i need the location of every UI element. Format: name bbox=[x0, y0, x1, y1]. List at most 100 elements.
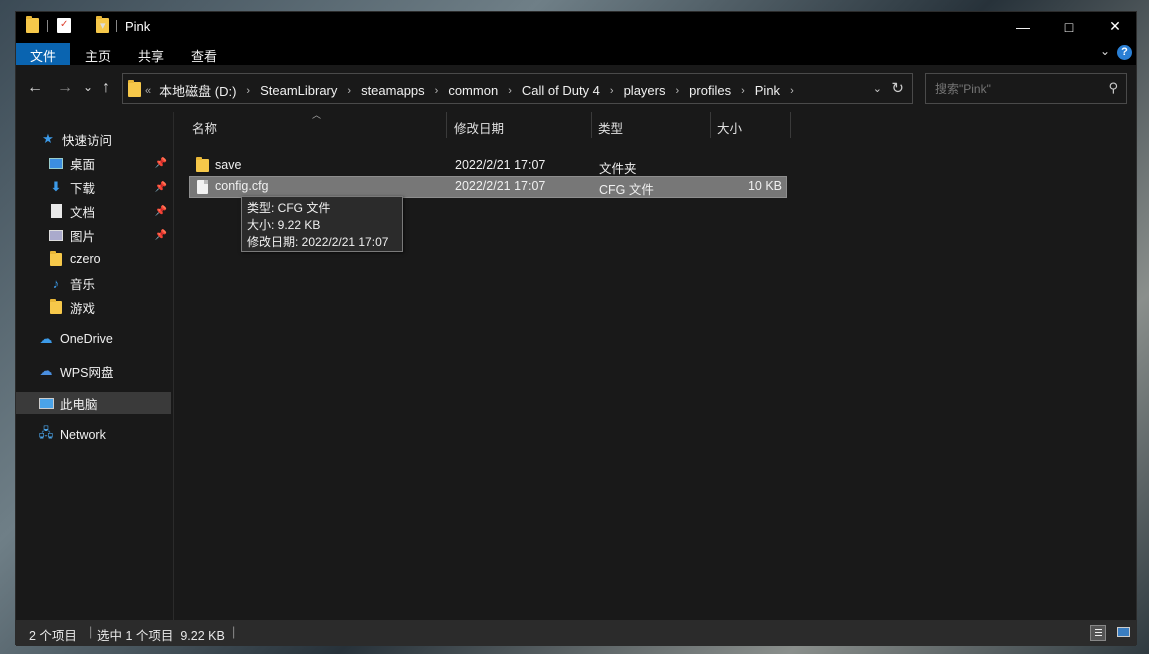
folder-icon bbox=[48, 250, 64, 267]
folder-icon bbox=[26, 16, 39, 33]
breadcrumb-item[interactable]: SteamLibrary bbox=[260, 83, 337, 98]
sidebar-item-label: Network bbox=[60, 428, 106, 442]
explorer-window: ✓ ▾ Pink — □ ✕ 文件 主页 共享 查看 ⌄ ? ← → ⌄ ↑ «… bbox=[15, 11, 1138, 646]
chevron-right-icon[interactable]: › bbox=[741, 85, 745, 97]
breadcrumb-item[interactable]: players bbox=[624, 83, 666, 98]
help-icon[interactable]: ? bbox=[1117, 45, 1132, 60]
chevron-right-icon[interactable]: › bbox=[347, 85, 351, 97]
sidebar-item-network[interactable]: 🖧 Network bbox=[38, 424, 171, 446]
recent-locations-button[interactable]: ⌄ bbox=[83, 80, 93, 94]
pin-icon[interactable]: 📌 bbox=[155, 230, 167, 241]
sidebar-item-this-pc[interactable]: 此电脑 bbox=[16, 392, 171, 414]
breadcrumb-overflow-icon[interactable]: « bbox=[145, 85, 151, 97]
breadcrumb-item[interactable]: profiles bbox=[689, 83, 731, 98]
file-type: 文件夹 bbox=[599, 162, 637, 176]
sidebar-item-label: 音乐 bbox=[70, 277, 96, 292]
sidebar-item-label: 此电脑 bbox=[60, 397, 98, 412]
column-header-date[interactable]: 修改日期 bbox=[448, 112, 592, 138]
sidebar-item-quick-access[interactable]: ★ 快速访问 bbox=[40, 128, 195, 150]
sidebar-item-label: 桌面 bbox=[70, 157, 96, 172]
chevron-right-icon[interactable]: › bbox=[610, 85, 614, 97]
column-header-type[interactable]: 类型 bbox=[592, 112, 711, 138]
tab-share[interactable]: 共享 bbox=[127, 43, 175, 65]
chevron-right-icon[interactable]: › bbox=[246, 85, 250, 97]
sidebar-item-label: 快速访问 bbox=[62, 133, 113, 148]
column-header-size[interactable]: 大小 bbox=[711, 112, 791, 138]
file-row[interactable]: save 2022/2/21 17:07 文件夹 bbox=[189, 155, 787, 176]
pin-icon[interactable]: 📌 bbox=[155, 182, 167, 193]
refresh-icon[interactable]: ↻ bbox=[891, 79, 904, 97]
address-dropdown-icon[interactable]: ⌄ bbox=[873, 82, 882, 95]
tab-view[interactable]: 查看 bbox=[180, 43, 228, 65]
sidebar-item-music[interactable]: ♪ 音乐 bbox=[48, 272, 171, 294]
quick-access-dropdown-icon[interactable]: ▾ bbox=[100, 19, 106, 32]
tooltip-size: 大小: 9.22 KB bbox=[247, 218, 321, 232]
large-icons-view-icon[interactable] bbox=[1116, 625, 1132, 641]
navigation-bar: ← → ⌄ ↑ « 本地磁盘 (D:) › SteamLibrary › ste… bbox=[16, 65, 1136, 112]
document-icon bbox=[48, 203, 64, 219]
sidebar-item-label: 下载 bbox=[70, 181, 96, 196]
tab-home[interactable]: 主页 bbox=[74, 43, 122, 65]
search-icon[interactable]: ⚲ bbox=[1108, 80, 1118, 96]
breadcrumb-item[interactable]: Call of Duty 4 bbox=[522, 83, 600, 98]
breadcrumb: « 本地磁盘 (D:) › SteamLibrary › steamapps ›… bbox=[145, 81, 804, 100]
sidebar-item-label: czero bbox=[70, 252, 101, 266]
sidebar-item-czero[interactable]: czero bbox=[48, 248, 171, 270]
pin-icon[interactable]: 📌 bbox=[155, 206, 167, 217]
sidebar-item-documents[interactable]: 文档 📌 bbox=[48, 200, 171, 222]
chevron-right-icon[interactable]: › bbox=[435, 85, 439, 97]
search-box[interactable]: ⚲ bbox=[925, 73, 1127, 104]
search-input[interactable] bbox=[935, 82, 1095, 96]
breadcrumb-item[interactable]: common bbox=[448, 83, 498, 98]
properties-icon[interactable]: ✓ bbox=[57, 18, 71, 33]
sidebar-item-label: 游戏 bbox=[70, 301, 96, 316]
ribbon: 文件 主页 共享 查看 ⌄ ? bbox=[16, 41, 1136, 65]
sidebar-item-onedrive[interactable]: ☁ OneDrive bbox=[38, 328, 171, 350]
ribbon-expand-icon[interactable]: ⌄ bbox=[1100, 44, 1110, 58]
star-icon: ★ bbox=[42, 131, 54, 146]
computer-icon bbox=[38, 395, 54, 411]
sidebar-item-label: OneDrive bbox=[60, 332, 113, 346]
tooltip-date: 修改日期: 2022/2/21 17:07 bbox=[247, 235, 389, 249]
breadcrumb-item[interactable]: 本地磁盘 (D:) bbox=[159, 81, 236, 100]
separator: | bbox=[89, 625, 93, 639]
column-header-name[interactable]: 名称 bbox=[186, 112, 447, 138]
breadcrumb-item[interactable]: steamapps bbox=[361, 83, 425, 98]
forward-button[interactable]: → bbox=[57, 79, 73, 97]
file-row[interactable]: config.cfg 2022/2/21 17:07 CFG 文件 10 KB bbox=[189, 176, 787, 198]
chevron-right-icon[interactable]: › bbox=[790, 85, 794, 97]
picture-icon bbox=[48, 227, 64, 243]
maximize-button[interactable]: □ bbox=[1046, 12, 1092, 41]
file-type: CFG 文件 bbox=[599, 183, 654, 197]
sidebar-item-games[interactable]: 游戏 bbox=[48, 296, 171, 318]
address-bar[interactable]: « 本地磁盘 (D:) › SteamLibrary › steamapps ›… bbox=[122, 73, 913, 104]
breadcrumb-item[interactable]: Pink bbox=[755, 83, 780, 98]
file-name: config.cfg bbox=[215, 179, 269, 193]
sidebar-item-label: 文档 bbox=[70, 205, 96, 220]
folder-icon bbox=[128, 80, 141, 97]
network-icon: 🖧 bbox=[38, 425, 54, 440]
close-button[interactable]: ✕ bbox=[1092, 12, 1138, 41]
file-size: 10 KB bbox=[747, 179, 782, 193]
cloud-icon: ☁ bbox=[39, 331, 53, 346]
sidebar-item-pictures[interactable]: 图片 📌 bbox=[48, 224, 171, 246]
status-bar: 2 个项目 | 选中 1 个项目 9.22 KB | bbox=[16, 620, 1136, 646]
tab-file[interactable]: 文件 bbox=[16, 43, 71, 65]
desktop-icon bbox=[48, 155, 64, 171]
download-icon: ⬇ bbox=[50, 179, 62, 194]
back-button[interactable]: ← bbox=[27, 79, 43, 97]
cloud-icon: ☁ bbox=[39, 363, 53, 378]
pin-icon[interactable]: 📌 bbox=[155, 158, 167, 169]
sidebar-item-label: 图片 bbox=[70, 229, 96, 244]
sidebar-item-downloads[interactable]: ⬇ 下载 📌 bbox=[48, 176, 171, 198]
sidebar-item-wps[interactable]: ☁ WPS网盘 bbox=[38, 360, 171, 382]
file-tooltip: 类型: CFG 文件 大小: 9.22 KB 修改日期: 2022/2/21 1… bbox=[241, 196, 403, 252]
chevron-right-icon[interactable]: › bbox=[508, 85, 512, 97]
sidebar-item-desktop[interactable]: 桌面 📌 bbox=[48, 152, 171, 174]
up-button[interactable]: ↑ bbox=[102, 79, 110, 97]
chevron-right-icon[interactable]: › bbox=[676, 85, 680, 97]
details-view-icon[interactable] bbox=[1090, 625, 1106, 641]
folder-icon bbox=[48, 298, 64, 315]
navigation-pane: ★ 快速访问 桌面 📌 ⬇ 下载 📌 文档 📌 图片 📌 czero ♪ 音乐 … bbox=[16, 112, 174, 620]
minimize-button[interactable]: — bbox=[1000, 12, 1046, 41]
